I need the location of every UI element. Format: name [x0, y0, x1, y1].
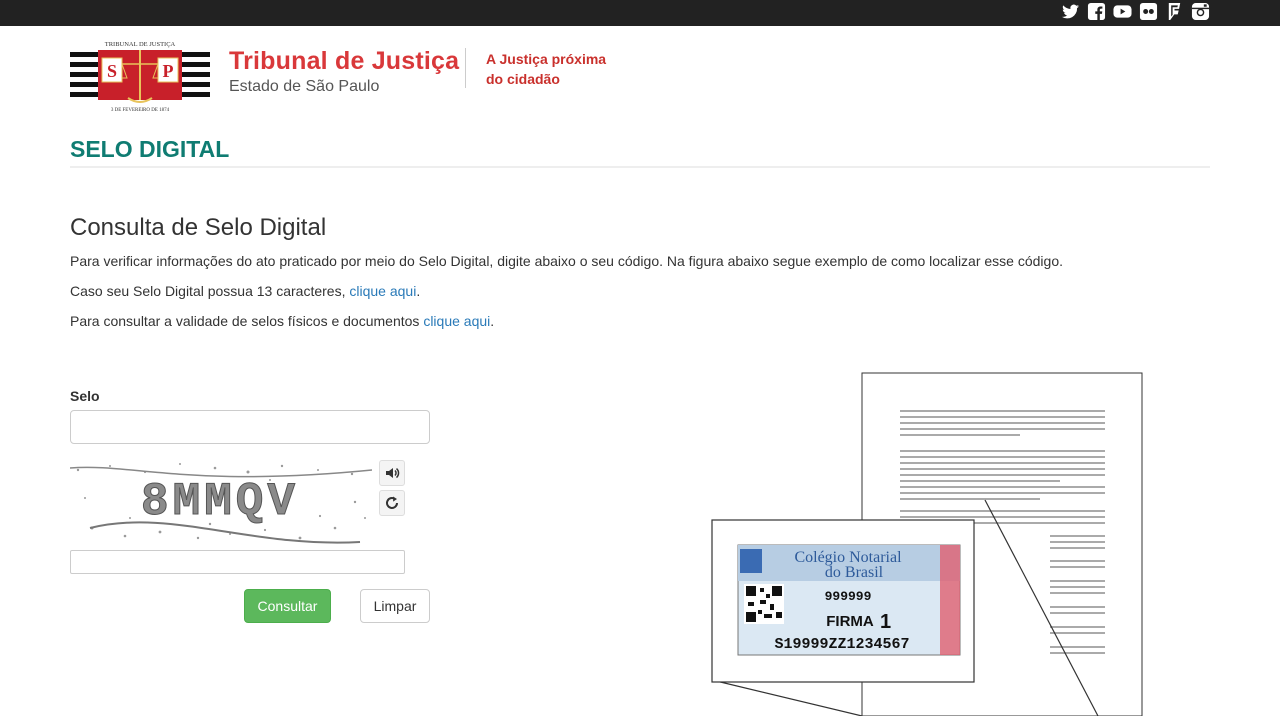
foursquare-icon[interactable] [1165, 2, 1184, 21]
flickr-icon[interactable] [1139, 2, 1158, 21]
page-heading: Consulta de Selo Digital [70, 214, 327, 241]
selo-input[interactable] [70, 410, 430, 444]
brand-divider [465, 48, 466, 88]
logo-letter-p: P [163, 61, 174, 81]
limpar-button[interactable]: Limpar [360, 589, 430, 623]
slogan: A Justiça próxima do cidadão [486, 49, 626, 89]
speaker-icon [386, 467, 400, 479]
captcha-text: 8MMQV [141, 476, 299, 528]
seal-example-image: Colégio Notarial do Brasil 999999 FIRMA … [711, 372, 1143, 716]
captcha-audio-button[interactable] [379, 460, 405, 486]
logo-arc-text: TRIBUNAL DE JUSTIÇA [105, 41, 176, 48]
section-title: SELO DIGITAL [70, 136, 230, 162]
intro-text: Para verificar informações do ato pratic… [70, 253, 1064, 269]
tjsp-logo[interactable]: TRIBUNAL DE JUSTIÇA S P 3 DE FEVEREIRO D… [70, 40, 210, 114]
logo-letter-s: S [107, 61, 117, 81]
section-divider [70, 166, 1210, 168]
thirteen-char-suffix: . [416, 283, 421, 299]
selo-label: Selo [70, 388, 100, 404]
refresh-icon [386, 496, 398, 509]
instagram-icon[interactable] [1191, 2, 1210, 21]
physical-seal-link[interactable]: clique aqui [423, 313, 490, 329]
qr-code [744, 584, 784, 624]
seal-type-number: 1 [880, 611, 891, 633]
seal-type: FIRMA [826, 613, 874, 630]
consultar-button[interactable]: Consultar [244, 589, 331, 623]
slogan-line-1: A Justiça próxima [486, 51, 607, 67]
captcha-image: 8MMQV [70, 458, 372, 546]
twitter-icon[interactable] [1061, 2, 1080, 21]
brand-subtitle: Estado de São Paulo [229, 78, 380, 95]
captcha-input[interactable] [70, 550, 405, 574]
seal-code: S19999ZZ1234567 [774, 636, 909, 653]
top-bar [0, 0, 1280, 26]
seal-number: 999999 [825, 589, 872, 604]
thirteen-char-link[interactable]: clique aqui [349, 283, 416, 299]
facebook-icon[interactable] [1087, 2, 1106, 21]
youtube-icon[interactable] [1113, 2, 1132, 21]
captcha-refresh-button[interactable] [379, 490, 405, 516]
physical-seal-prefix: Para consultar a validade de selos físic… [70, 313, 424, 329]
thirteen-char-prefix: Caso seu Selo Digital possua 13 caracter… [70, 283, 350, 299]
seal-title-line-2: do Brasil [825, 564, 884, 581]
thirteen-char-text: Caso seu Selo Digital possua 13 caracter… [70, 283, 420, 299]
social-links [1061, 2, 1210, 21]
physical-seal-suffix: . [490, 313, 495, 329]
brand-title[interactable]: Tribunal de Justiça [229, 47, 459, 76]
slogan-line-2: do cidadão [486, 71, 560, 87]
logo-date-text: 3 DE FEVEREIRO DE 1874 [111, 108, 170, 113]
physical-seal-text: Para consultar a validade de selos físic… [70, 313, 494, 329]
